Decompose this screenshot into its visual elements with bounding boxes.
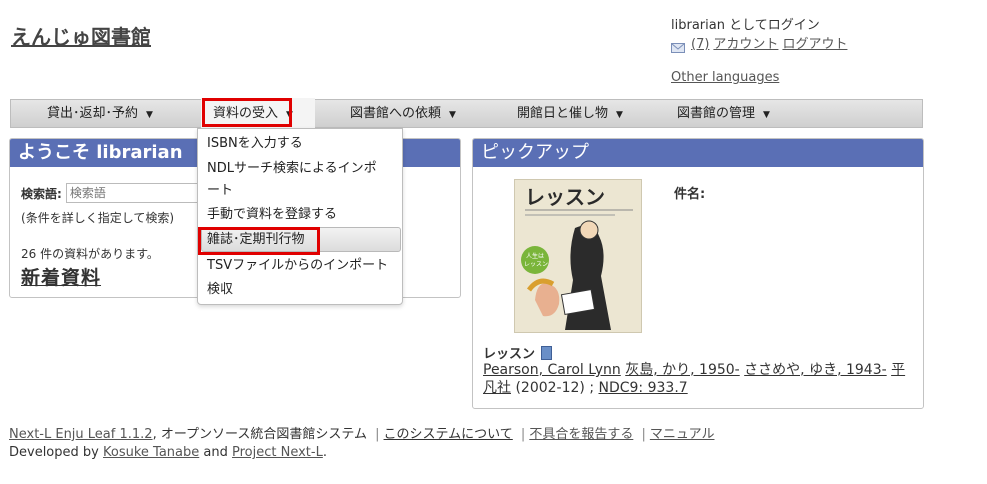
menu-item-isbn[interactable]: ISBNを入力する [207, 131, 303, 156]
caret-down-icon: ▼ [449, 110, 456, 120]
nav-item-requests[interactable]: 図書館への依頼 ▼ [350, 100, 456, 127]
pub-date: (2002-12) ; [515, 380, 595, 396]
book-cover-image[interactable]: レッスン 人生は レッスン [514, 179, 642, 333]
caret-down-icon: ▼ [763, 110, 770, 120]
book-title-row: レッスン [483, 343, 553, 362]
nav-item-admin[interactable]: 図書館の管理 ▼ [677, 100, 770, 127]
creator-link[interactable]: Pearson, Carol Lynn [483, 362, 621, 378]
nav-highlight-box [202, 98, 292, 127]
login-status: librarian としてログイン [671, 18, 820, 33]
footer: Next-L Enju Leaf 1.1.2, オープンソース統合図書館システム… [9, 427, 715, 460]
book-title-link[interactable]: レッスン [483, 343, 535, 362]
new-books-link[interactable]: 新着資料 [21, 263, 101, 290]
logout-link[interactable]: ログアウト [782, 35, 847, 54]
project-link[interactable]: Project Next-L [232, 445, 323, 460]
main-nav: 貸出･返却･予約 ▼ 資料の受入 ▼ 図書館への依頼 ▼ 開館日と催し物 ▼ 図書館の管… [10, 98, 923, 129]
subject-label: 件名: [674, 187, 706, 202]
search-label: 検索語: [21, 186, 62, 201]
search-row: 検索語: [21, 183, 204, 203]
book-meta: Pearson, Carol Lynn 灰島, かり, 1950- ささめや, … [483, 361, 913, 397]
menu-highlight-box [198, 227, 320, 255]
advanced-search-link[interactable]: 条件を詳しく指定して検索 [26, 211, 170, 225]
ndc-link[interactable]: NDC9: 933.7 [599, 380, 688, 396]
other-languages-link[interactable]: Other languages [671, 70, 779, 85]
message-count-link[interactable]: (7) [691, 35, 709, 54]
creator-link[interactable]: ささめや, ゆき, 1943- [744, 362, 886, 378]
menu-item-tsv-import[interactable]: TSVファイルからのインポート [207, 253, 388, 278]
svg-text:レッスン: レッスン [524, 261, 548, 268]
mail-icon[interactable] [671, 40, 685, 53]
creator-link[interactable]: 灰島, かり, 1950- [625, 362, 739, 378]
menu-item-manual-register[interactable]: 手動で資料を登録する [207, 202, 337, 227]
account-link[interactable]: アカウント [713, 35, 778, 54]
about-link[interactable]: このシステムについて [384, 427, 513, 442]
pickup-panel: ピックアップ レッスン 人生は レッスン 件名: レッスン Pearson, C… [472, 138, 924, 409]
search-input[interactable] [65, 183, 204, 203]
product-link[interactable]: Next-L Enju Leaf 1.1.2 [9, 427, 153, 442]
nav-item-circulation[interactable]: 貸出･返却･予約 ▼ [47, 100, 153, 127]
advanced-search: (条件を詳しく指定して検索) [21, 211, 175, 225]
site-title[interactable]: えんじゅ図書館 [11, 21, 151, 50]
cover-title: レッスン [525, 185, 605, 209]
svg-text:人生は: 人生は [526, 252, 544, 260]
report-link[interactable]: 不具合を報告する [529, 427, 633, 442]
manual-link[interactable]: マニュアル [650, 427, 715, 442]
nav-item-events[interactable]: 開館日と催し物 ▼ [517, 100, 623, 127]
developer-link[interactable]: Kosuke Tanabe [103, 445, 199, 460]
book-icon [541, 345, 553, 360]
caret-down-icon: ▼ [146, 110, 153, 120]
acquisition-dropdown-menu: ISBNを入力する NDLサーチ検索によるインポ ート 手動で資料を登録する 雑… [197, 128, 403, 305]
user-box: librarian としてログイン (7) アカウント ログアウト [671, 16, 847, 54]
menu-item-inspection[interactable]: 検収 [207, 277, 233, 302]
resource-count: 26 件の資料があります。 [21, 247, 159, 261]
pickup-title: ピックアップ [473, 139, 923, 167]
menu-item-ndl-import-cont[interactable]: ート [207, 178, 233, 203]
caret-down-icon: ▼ [616, 110, 623, 120]
